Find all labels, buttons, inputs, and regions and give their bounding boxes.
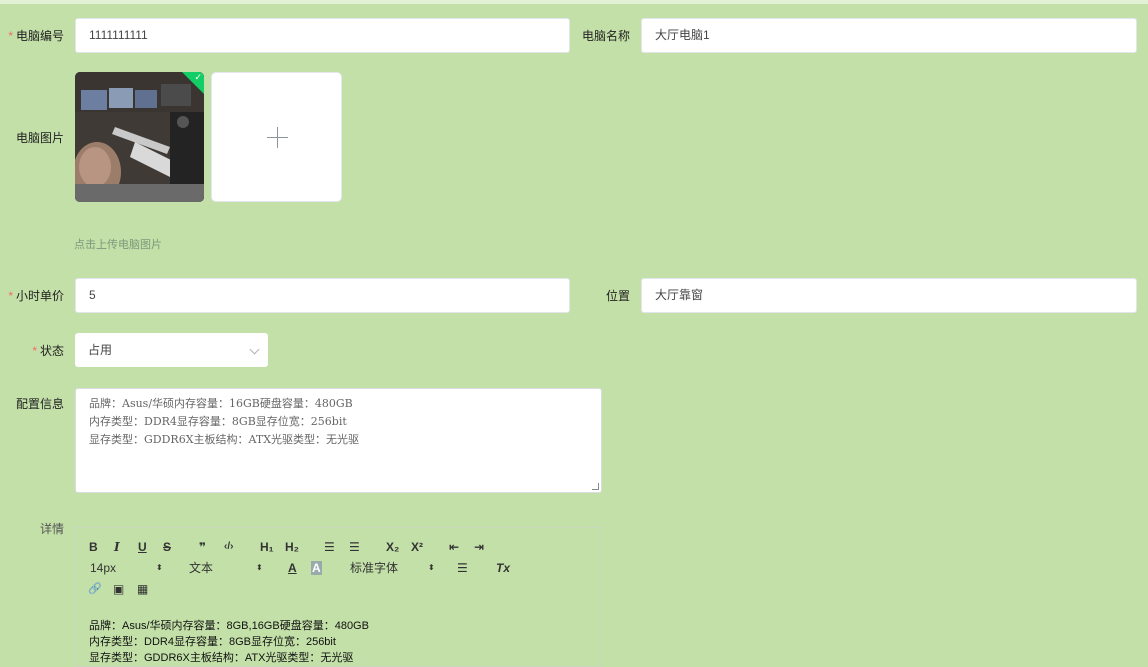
location-label: 位置 [605, 289, 630, 303]
indent-button[interactable]: ⇥ [474, 540, 484, 554]
font-size-select[interactable]: 14px [90, 561, 116, 575]
video-button[interactable]: ▦ [137, 582, 148, 596]
details-content-line[interactable]: 品牌：Asus/华硕内存容量：8GB,16GB硬盘容量：480GB [89, 618, 369, 634]
details-content-line[interactable]: 内存类型：DDR4显存容量：8GB显存位宽：256bit [89, 634, 336, 650]
font-family-select[interactable]: 标准字体 [350, 561, 398, 575]
image-button[interactable]: ▣ [113, 582, 124, 596]
resize-handle-icon[interactable] [592, 483, 599, 490]
h1-button[interactable]: H₁ [260, 540, 274, 554]
caret-updown-icon: ⬍ [428, 563, 435, 572]
font-color-button[interactable]: A [288, 561, 297, 575]
status-select[interactable]: 占用 [75, 333, 268, 367]
check-icon: ✓ [194, 72, 202, 82]
h2-button[interactable]: H₂ [285, 540, 299, 554]
background-color-button[interactable]: A [311, 561, 322, 575]
config-line: 内存类型：DDR4显存容量：8GB显存位宽：256bit [89, 415, 347, 428]
clean-format-button[interactable]: Tx [496, 561, 510, 575]
caret-updown-icon: ⬍ [156, 563, 163, 572]
hourly-price-input[interactable]: 5 [75, 278, 570, 313]
link-button[interactable]: 🔗 [88, 582, 102, 596]
rich-text-editor[interactable]: B I U S ❞ ‹/› H₁ H₂ ☰ ☰ X₂ X² ⇤ ⇥ 14px ⬍… [75, 527, 602, 667]
top-border [0, 0, 1148, 4]
config-textarea[interactable]: 品牌：Asus/华硕内存容量：16GB硬盘容量：480GB 内存类型：DDR4显… [75, 388, 602, 493]
code-block-button[interactable]: ‹/› [224, 540, 233, 554]
computer-id-label: * 电脑编号 [8, 29, 64, 43]
superscript-button[interactable]: X² [411, 540, 423, 554]
computer-id-input[interactable]: 1111111111 [75, 18, 570, 53]
header-select[interactable]: 文本 [189, 561, 213, 575]
status-value: 占用 [88, 343, 113, 357]
config-line: 显存类型：GDDR6X主板结构：ATX光驱类型：无光驱 [89, 433, 360, 446]
image-upload-button[interactable] [211, 72, 342, 202]
bold-button[interactable]: B [89, 540, 98, 554]
strike-button[interactable]: S [163, 540, 171, 554]
computer-name-label: 电脑名称 [581, 29, 630, 43]
details-label: 详情 [39, 522, 64, 536]
outdent-button[interactable]: ⇤ [449, 540, 459, 554]
computer-name-input[interactable]: 大厅电脑1 [641, 18, 1137, 53]
align-button[interactable]: ☰ [457, 561, 468, 575]
location-input[interactable]: 大厅靠窗 [641, 278, 1137, 313]
hourly-price-label: * 小时单价 [8, 289, 64, 303]
bullet-list-button[interactable]: ☰ [349, 540, 360, 554]
config-line: 品牌：Asus/华硕内存容量：16GB硬盘容量：480GB [89, 397, 353, 410]
status-label: * 状态 [32, 344, 64, 358]
computer-image-thumbnail[interactable]: ✓ [75, 72, 204, 202]
upload-hint: 点击上传电脑图片 [74, 239, 162, 251]
details-content-line[interactable]: 显存类型：GDDR6X主板结构：ATX光驱类型：无光驱 [89, 650, 353, 666]
config-label: 配置信息 [15, 397, 64, 411]
underline-button[interactable]: U [138, 540, 147, 554]
subscript-button[interactable]: X₂ [386, 540, 399, 554]
caret-updown-icon: ⬍ [256, 563, 263, 572]
chevron-down-icon [249, 344, 260, 355]
computer-image-label: 电脑图片 [15, 131, 64, 145]
ordered-list-button[interactable]: ☰ [324, 540, 335, 554]
blockquote-button[interactable]: ❞ [199, 540, 206, 554]
italic-button[interactable]: I [114, 540, 120, 554]
